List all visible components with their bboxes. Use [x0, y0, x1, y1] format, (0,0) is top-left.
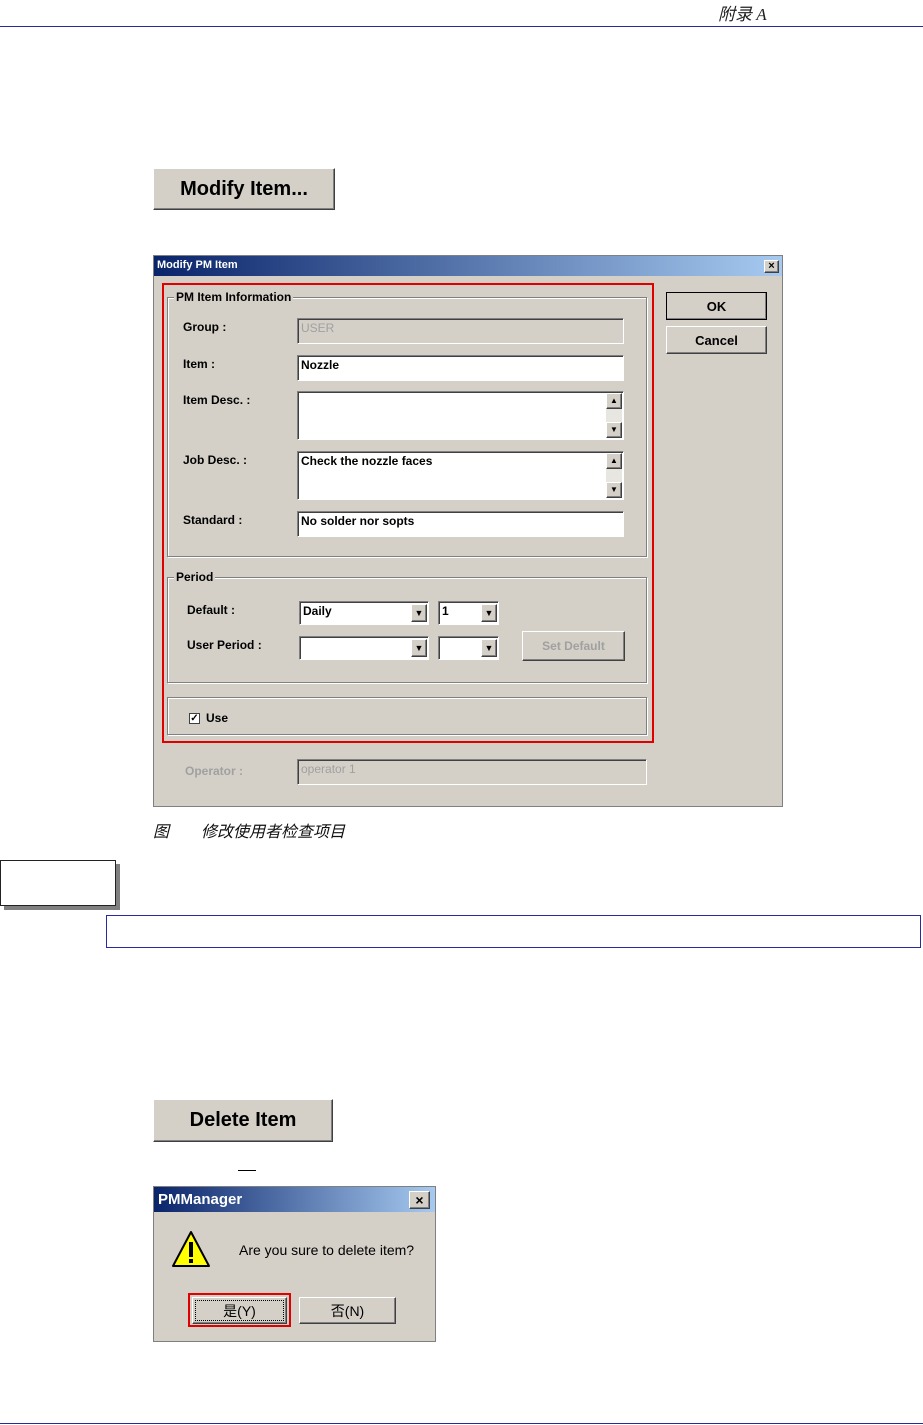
warning-icon	[172, 1231, 210, 1267]
use-checkbox[interactable]: ✓	[189, 713, 200, 724]
dialog-title: Modify PM Item	[157, 259, 238, 271]
item-label: Item :	[183, 357, 216, 371]
scroll-down-icon: ▼	[610, 485, 618, 494]
highlight-frame	[188, 1293, 291, 1327]
note-box	[0, 860, 116, 906]
default-unit-value: Daily	[303, 604, 332, 618]
chevron-down-icon: ▼	[484, 643, 494, 653]
user-count-dropdown[interactable]: ▼	[481, 639, 497, 657]
item-field[interactable]: Nozzle	[297, 355, 624, 381]
scroll-up-icon: ▲	[610, 456, 618, 465]
user-unit-select[interactable]	[299, 636, 429, 660]
scroll-down-button[interactable]: ▼	[606, 482, 622, 498]
scroll-down-button[interactable]: ▼	[606, 422, 622, 438]
job-desc-scrollbar[interactable]: ▲ ▼	[606, 453, 622, 498]
chevron-down-icon: ▼	[484, 608, 494, 618]
period-group	[167, 577, 647, 683]
job-desc-text: Check the nozzle faces	[301, 454, 433, 468]
figure-caption: 图 修改使用者检查项目	[153, 824, 346, 841]
set-default-button[interactable]: Set Default	[522, 631, 625, 661]
scroll-up-button[interactable]: ▲	[606, 453, 622, 469]
close-icon: ×	[768, 260, 775, 272]
page-header-text: 附录 A	[718, 5, 767, 24]
modify-pm-item-dialog: Modify PM Item × PM Item Information Gro…	[153, 255, 783, 807]
underline-mark	[238, 1170, 256, 1171]
checkmark-icon: ✓	[190, 713, 199, 724]
standard-field[interactable]: No solder nor sopts	[297, 511, 624, 537]
scroll-up-button[interactable]: ▲	[606, 393, 622, 409]
chevron-down-icon: ▼	[414, 608, 424, 618]
delete-item-button[interactable]: Delete Item	[153, 1099, 333, 1142]
dialog-titlebar: Modify PM Item ×	[154, 256, 782, 276]
job-desc-label: Job Desc. :	[183, 453, 248, 467]
job-desc-field[interactable]: Check the nozzle faces	[297, 451, 624, 500]
no-button[interactable]: 否(N)	[299, 1297, 396, 1324]
operator-label: Operator :	[185, 764, 244, 778]
group-label: Group :	[183, 320, 227, 334]
header-rule	[0, 26, 923, 27]
close-icon: ×	[415, 1192, 424, 1208]
footer-rule	[0, 1423, 923, 1424]
period-legend: Period	[174, 570, 216, 584]
item-desc-label: Item Desc. :	[183, 393, 251, 407]
user-unit-dropdown[interactable]: ▼	[411, 639, 427, 657]
default-unit-dropdown[interactable]: ▼	[411, 604, 427, 622]
confirm-dialog: PMManager × Are you sure to delete item?…	[153, 1186, 436, 1342]
scroll-up-icon: ▲	[610, 396, 618, 405]
confirm-title: PMManager	[158, 1191, 243, 1208]
group-legend: PM Item Information	[174, 290, 294, 304]
ok-button[interactable]: OK	[666, 292, 767, 320]
default-count-value: 1	[442, 604, 449, 618]
default-period-label: Default :	[187, 603, 235, 617]
default-count-dropdown[interactable]: ▼	[481, 604, 497, 622]
default-unit-select[interactable]: Daily	[299, 601, 429, 625]
group-field: USER	[297, 318, 624, 344]
close-button[interactable]: ×	[764, 260, 779, 273]
use-label: Use	[206, 711, 229, 725]
chevron-down-icon: ▼	[414, 643, 424, 653]
user-period-label: User Period :	[187, 638, 262, 652]
item-desc-scrollbar[interactable]: ▲ ▼	[606, 393, 622, 438]
standard-label: Standard :	[183, 513, 243, 527]
operator-field: operator 1	[297, 759, 647, 785]
confirm-titlebar: PMManager ×	[154, 1187, 435, 1212]
modify-item-button[interactable]: Modify Item...	[153, 168, 335, 210]
scroll-down-icon: ▼	[610, 425, 618, 434]
confirm-close-button[interactable]: ×	[409, 1191, 430, 1209]
item-desc-field[interactable]	[297, 391, 624, 440]
cancel-button[interactable]: Cancel	[666, 326, 767, 354]
note-frame	[106, 915, 921, 948]
use-group	[167, 697, 647, 735]
confirm-message: Are you sure to delete item?	[239, 1242, 415, 1258]
